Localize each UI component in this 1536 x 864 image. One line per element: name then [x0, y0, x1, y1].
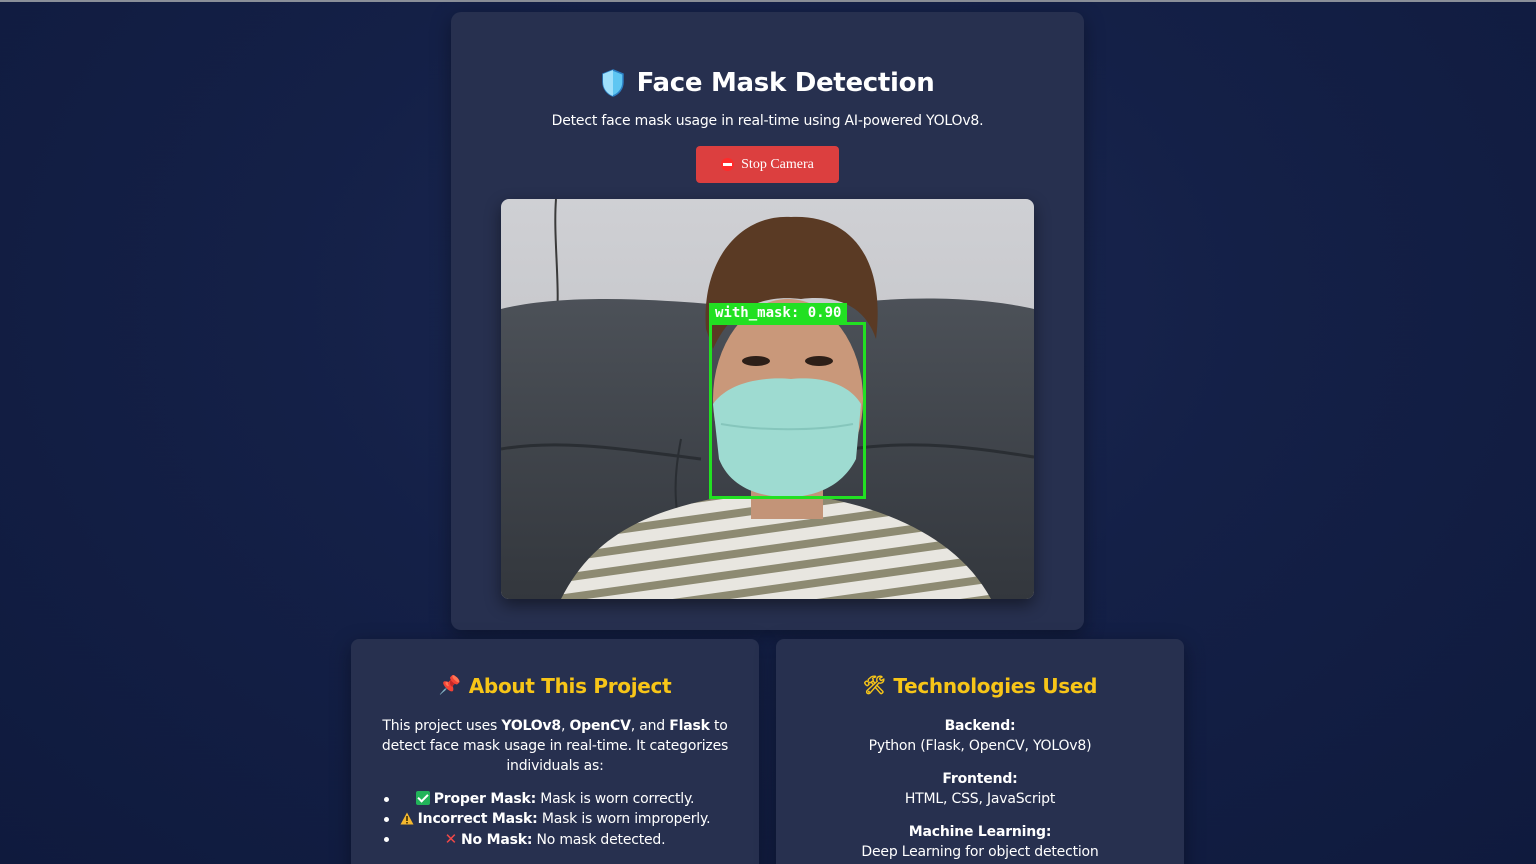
category-list: Proper Mask: Mask is worn correctly. Inc… [351, 789, 759, 849]
tech-group-ml: Machine Learning: Deep Learning for obje… [861, 824, 1099, 860]
tools-icon: 🛠 [862, 675, 886, 696]
warning-icon [400, 812, 414, 825]
stop-camera-label: Stop Camera [741, 156, 814, 172]
camera-feed: with_mask: 0.90 [501, 199, 1034, 599]
tech-group-backend: Backend: Python (Flask, OpenCV, YOLOv8) [868, 718, 1092, 754]
minus-circle-icon [721, 158, 735, 171]
check-icon [415, 791, 430, 805]
technologies-title: Technologies Used [893, 674, 1098, 698]
tech-yolov8: YOLOv8 [501, 718, 561, 734]
detection-bounding-box [709, 322, 866, 499]
list-item: ✕ No Mask: No mask detected. [351, 829, 759, 849]
about-title-row: 📌 About This Project [351, 674, 759, 698]
page-subtitle: Detect face mask usage in real-time usin… [551, 113, 984, 129]
stop-camera-button[interactable]: Stop Camera [696, 146, 839, 183]
about-description: This project uses YOLOv8, OpenCV, and Fl… [381, 718, 729, 774]
technologies-title-row: 🛠 Technologies Used [776, 674, 1184, 698]
about-title: About This Project [468, 674, 672, 698]
detection-label: with_mask: 0.90 [709, 303, 848, 323]
technologies-card: 🛠 Technologies Used Backend: Python (Fla… [776, 639, 1184, 864]
list-item: Incorrect Mask: Mask is worn improperly. [351, 809, 759, 829]
detector-card: Face Mask Detection Detect face mask usa… [451, 12, 1084, 630]
list-item: Proper Mask: Mask is worn correctly. [351, 789, 759, 809]
pushpin-icon: 📌 [438, 675, 461, 696]
about-card: 📌 About This Project This project uses Y… [351, 639, 759, 864]
page-title: Face Mask Detection [636, 68, 935, 98]
shield-icon [601, 69, 624, 97]
page-header: Face Mask Detection [451, 68, 1084, 98]
tech-group-frontend: Frontend: HTML, CSS, JavaScript [904, 771, 1056, 807]
cross-icon: ✕ [444, 830, 458, 848]
tech-opencv: OpenCV [569, 718, 631, 734]
tech-flask: Flask [669, 718, 710, 734]
